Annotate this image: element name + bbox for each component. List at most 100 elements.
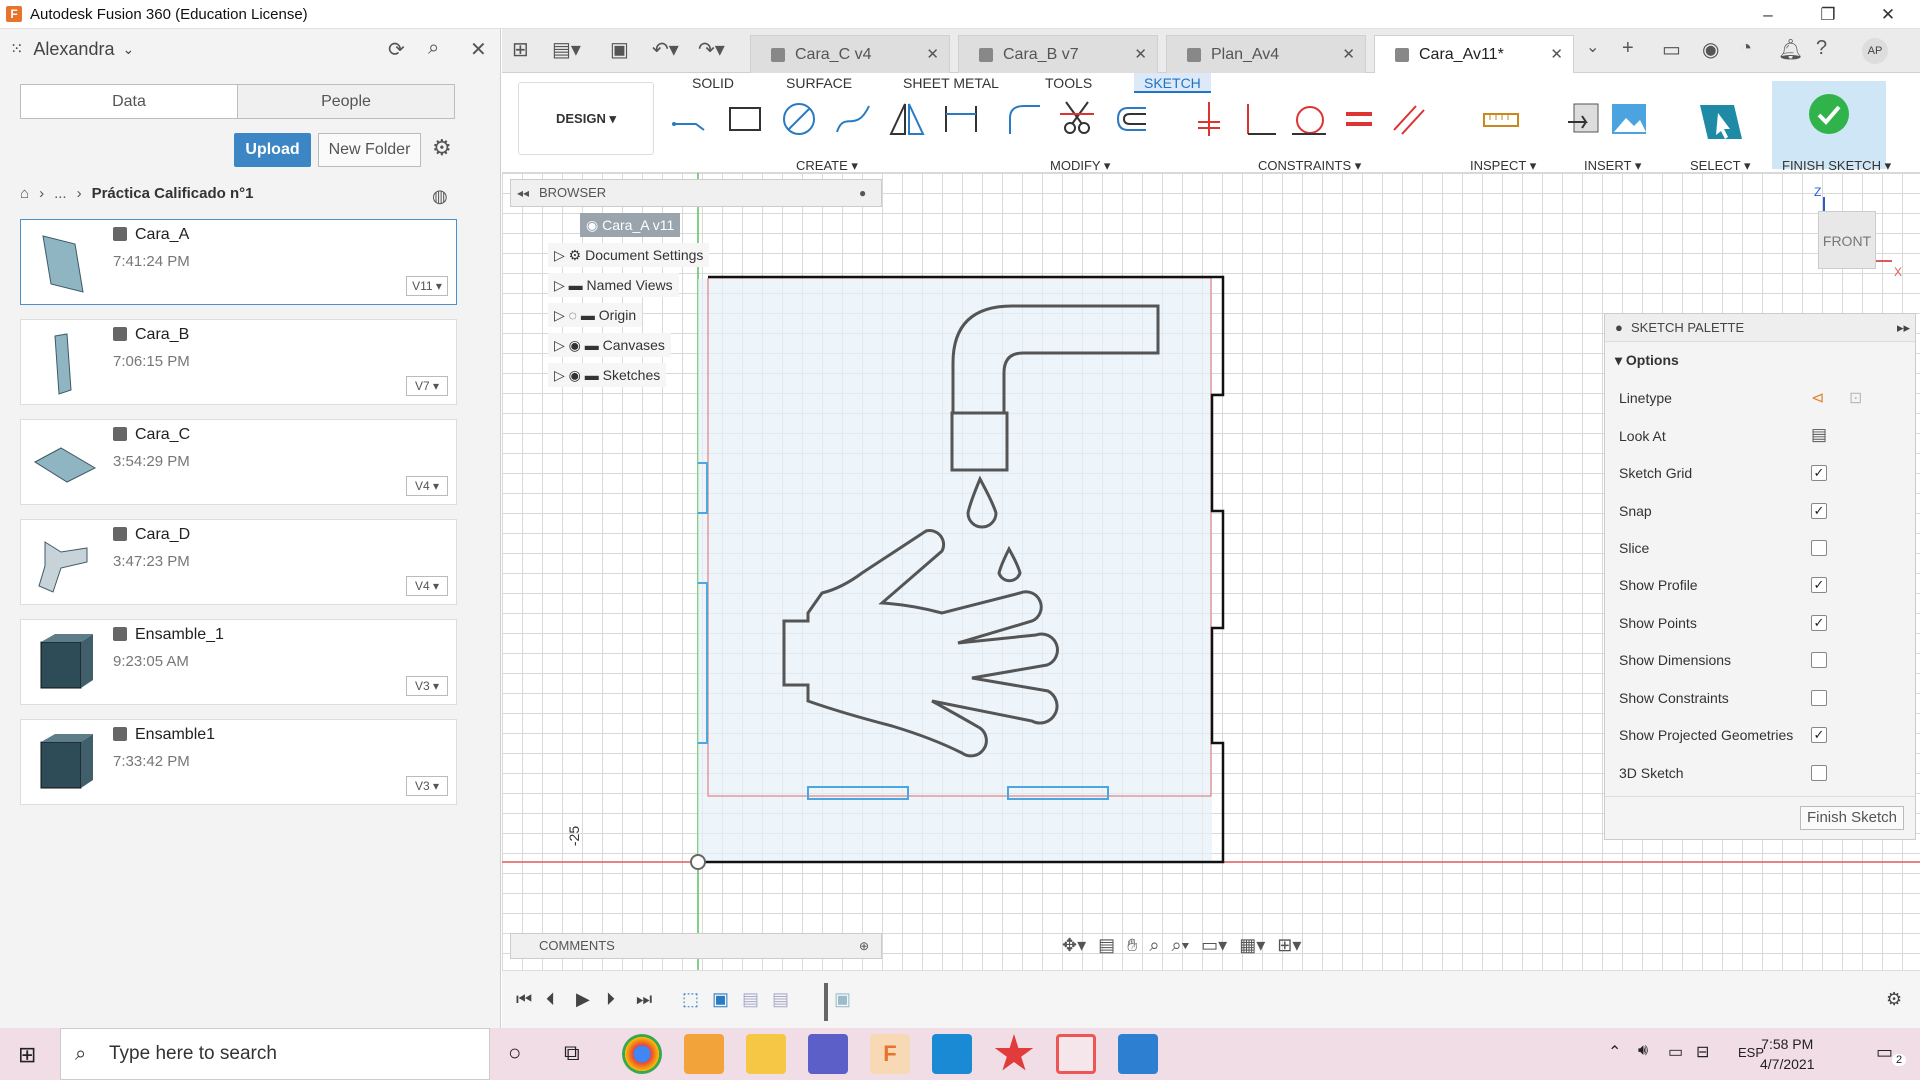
maximize-button[interactable]: ❐ [1800, 0, 1856, 29]
browser-item-origin[interactable]: ▷ ◌ ▬ Origin [548, 303, 643, 327]
tab-cara-a[interactable]: Cara_Av11* ✕ [1374, 35, 1574, 73]
viewcube-front[interactable]: FRONT [1818, 211, 1876, 269]
chat-icon[interactable]: ▭ [1662, 37, 1681, 62]
parallel-icon[interactable] [1390, 100, 1428, 138]
tab-cara-c[interactable]: Cara_C v4 ✕ [750, 35, 950, 73]
show-profile-checkbox[interactable]: ✓ [1811, 577, 1827, 593]
avatar[interactable]: AP [1862, 38, 1888, 64]
undo-icon[interactable]: ↶▾ [652, 37, 679, 62]
timeline-marker[interactable] [824, 983, 828, 1021]
tab-surface[interactable]: SURFACE [786, 73, 852, 93]
task-view-icon[interactable]: ⧉ [564, 1040, 580, 1066]
add-comment-icon[interactable]: ⊕ [859, 934, 869, 958]
snipping-icon[interactable] [1056, 1034, 1096, 1074]
new-folder-button[interactable]: New Folder [318, 133, 421, 167]
inspect-menu[interactable]: INSPECT ▾ [1470, 158, 1536, 174]
sticky-app-icon[interactable] [684, 1034, 724, 1074]
sketch-grid-checkbox[interactable]: ✓ [1811, 465, 1827, 481]
user-name[interactable]: Alexandra [33, 39, 114, 60]
previous-step-icon[interactable]: ⏴︎ [546, 989, 555, 1010]
close-window-button[interactable]: ✕ [1860, 0, 1916, 29]
teams-icon[interactable] [808, 1034, 848, 1074]
file-card[interactable]: Cara_D 3:47:23 PM V4 ▾ [20, 519, 457, 605]
workspace-dropdown[interactable]: DESIGN ▾ [518, 82, 654, 155]
timeline-feature-icon[interactable]: ▤ [772, 989, 789, 1010]
first-step-icon[interactable]: ⏮︎ [516, 989, 532, 1010]
file-card[interactable]: Cara_C 3:54:29 PM V4 ▾ [20, 419, 457, 505]
browser-item-sketches[interactable]: ▷ ◉ ▬ Sketches [548, 363, 667, 387]
timeline-canvas-feature-icon[interactable]: ▣ [712, 989, 729, 1010]
collapse-icon[interactable]: ● [1615, 314, 1623, 342]
finish-sketch-menu[interactable]: FINISH SKETCH ▾ [1782, 158, 1891, 174]
pin-icon[interactable]: ● [859, 180, 866, 206]
close-icon[interactable]: ✕ [1342, 36, 1355, 74]
star-app-icon[interactable] [994, 1034, 1034, 1071]
comments-panel[interactable]: COMMENTS ⊕ [510, 933, 882, 959]
collapse-icon[interactable]: ◂◂ [517, 180, 529, 206]
fit-icon[interactable]: ⌕▾ [1172, 935, 1190, 961]
upload-button[interactable]: Upload [234, 133, 311, 167]
tangent-icon[interactable] [1290, 100, 1328, 138]
file-card[interactable]: Cara_A 7:41:24 PM V11 ▾ [20, 219, 457, 305]
coincident-icon[interactable] [1190, 100, 1228, 138]
show-points-checkbox[interactable]: ✓ [1811, 615, 1827, 631]
browser-root[interactable]: ◉ Cara_A v11 [580, 213, 681, 237]
snap-checkbox[interactable]: ✓ [1811, 503, 1827, 519]
help-icon[interactable]: ? [1816, 37, 1827, 60]
sketch-palette-header[interactable]: ● SKETCH PALETTE ▸▸ [1605, 314, 1915, 342]
display-settings-icon[interactable]: ▭▾ [1201, 935, 1227, 961]
select-icon[interactable] [1696, 99, 1744, 143]
show-projected-geometries-checkbox[interactable]: ✓ [1811, 727, 1827, 743]
close-icon[interactable]: ✕ [470, 37, 487, 62]
file-card[interactable]: Ensamble_1 9:23:05 AM V3 ▾ [20, 619, 457, 705]
search-icon[interactable]: ⌕ [428, 37, 439, 60]
tab-sheet-metal[interactable]: SHEET METAL [903, 73, 999, 93]
trim-icon[interactable] [1058, 100, 1096, 138]
tab-people[interactable]: People [238, 85, 454, 118]
file-menu-icon[interactable]: ▤▾ [552, 37, 581, 62]
version-dropdown[interactable]: V3 ▾ [406, 676, 448, 696]
battery-icon[interactable]: ▭ [1668, 1042, 1683, 1062]
3d-sketch-checkbox[interactable] [1811, 765, 1827, 781]
cortana-icon[interactable]: ○ [508, 1040, 521, 1066]
insert-derive-icon[interactable] [1566, 100, 1604, 138]
save-icon[interactable]: ▣ [610, 37, 629, 62]
finish-sketch-area[interactable] [1772, 81, 1886, 169]
version-dropdown[interactable]: V7 ▾ [406, 376, 448, 396]
chevron-down-icon[interactable]: ⌄ [122, 41, 134, 58]
play-icon[interactable]: ▶ [576, 989, 590, 1010]
chevron-down-icon[interactable]: ⌄ [1586, 37, 1599, 57]
version-dropdown[interactable]: V11 ▾ [406, 276, 448, 296]
construction-icon[interactable]: ⊡ [1849, 388, 1862, 408]
expand-icon[interactable]: ▷ [554, 247, 569, 263]
tab-tools[interactable]: TOOLS [1045, 73, 1092, 93]
finish-sketch-button[interactable]: Finish Sketch [1800, 806, 1904, 830]
eye-icon[interactable]: ◉ ▬ [569, 337, 603, 353]
browser-item-canvases[interactable]: ▷ ◉ ▬ Canvases [548, 333, 671, 357]
last-step-icon[interactable]: ⏭︎ [636, 989, 652, 1010]
notifications-icon[interactable]: 🔔︎ [1778, 37, 1803, 62]
close-icon[interactable]: ✕ [926, 36, 939, 74]
timeline-sketch-feature-icon[interactable]: ⬚ [682, 989, 699, 1010]
perpendicular-icon[interactable] [1240, 100, 1278, 138]
create-menu[interactable]: CREATE ▾ [796, 158, 858, 174]
modify-menu[interactable]: MODIFY ▾ [1050, 158, 1110, 174]
expand-icon[interactable]: ▷ [554, 337, 569, 353]
globe-icon[interactable]: ◍ [432, 186, 448, 207]
close-icon[interactable]: ✕ [1134, 36, 1147, 74]
expand-icon[interactable]: ▷ [554, 277, 569, 293]
timeline-feature-icon[interactable]: ▤ [742, 989, 759, 1010]
windows-start-icon[interactable]: ⊞ [18, 1042, 36, 1068]
apps-grid-icon[interactable]: ⁙ [10, 39, 23, 59]
browser-item-document-settings[interactable]: ▷ ⚙ Document Settings [548, 243, 710, 267]
tab-sketch[interactable]: SKETCH [1134, 73, 1211, 93]
select-menu[interactable]: SELECT ▾ [1690, 158, 1750, 174]
show-dimensions-checkbox[interactable] [1811, 652, 1827, 668]
constraints-menu[interactable]: CONSTRAINTS ▾ [1258, 158, 1361, 174]
mirror-icon[interactable] [888, 100, 926, 138]
fillet-icon[interactable] [1006, 100, 1044, 138]
grid-settings-icon[interactable]: ▦▾ [1239, 935, 1265, 961]
apps-grid-icon[interactable]: ⊞ [512, 37, 529, 62]
taskbar-search-input[interactable]: ⌕ Type here to search [60, 1028, 490, 1080]
photos-icon[interactable] [1118, 1034, 1158, 1074]
